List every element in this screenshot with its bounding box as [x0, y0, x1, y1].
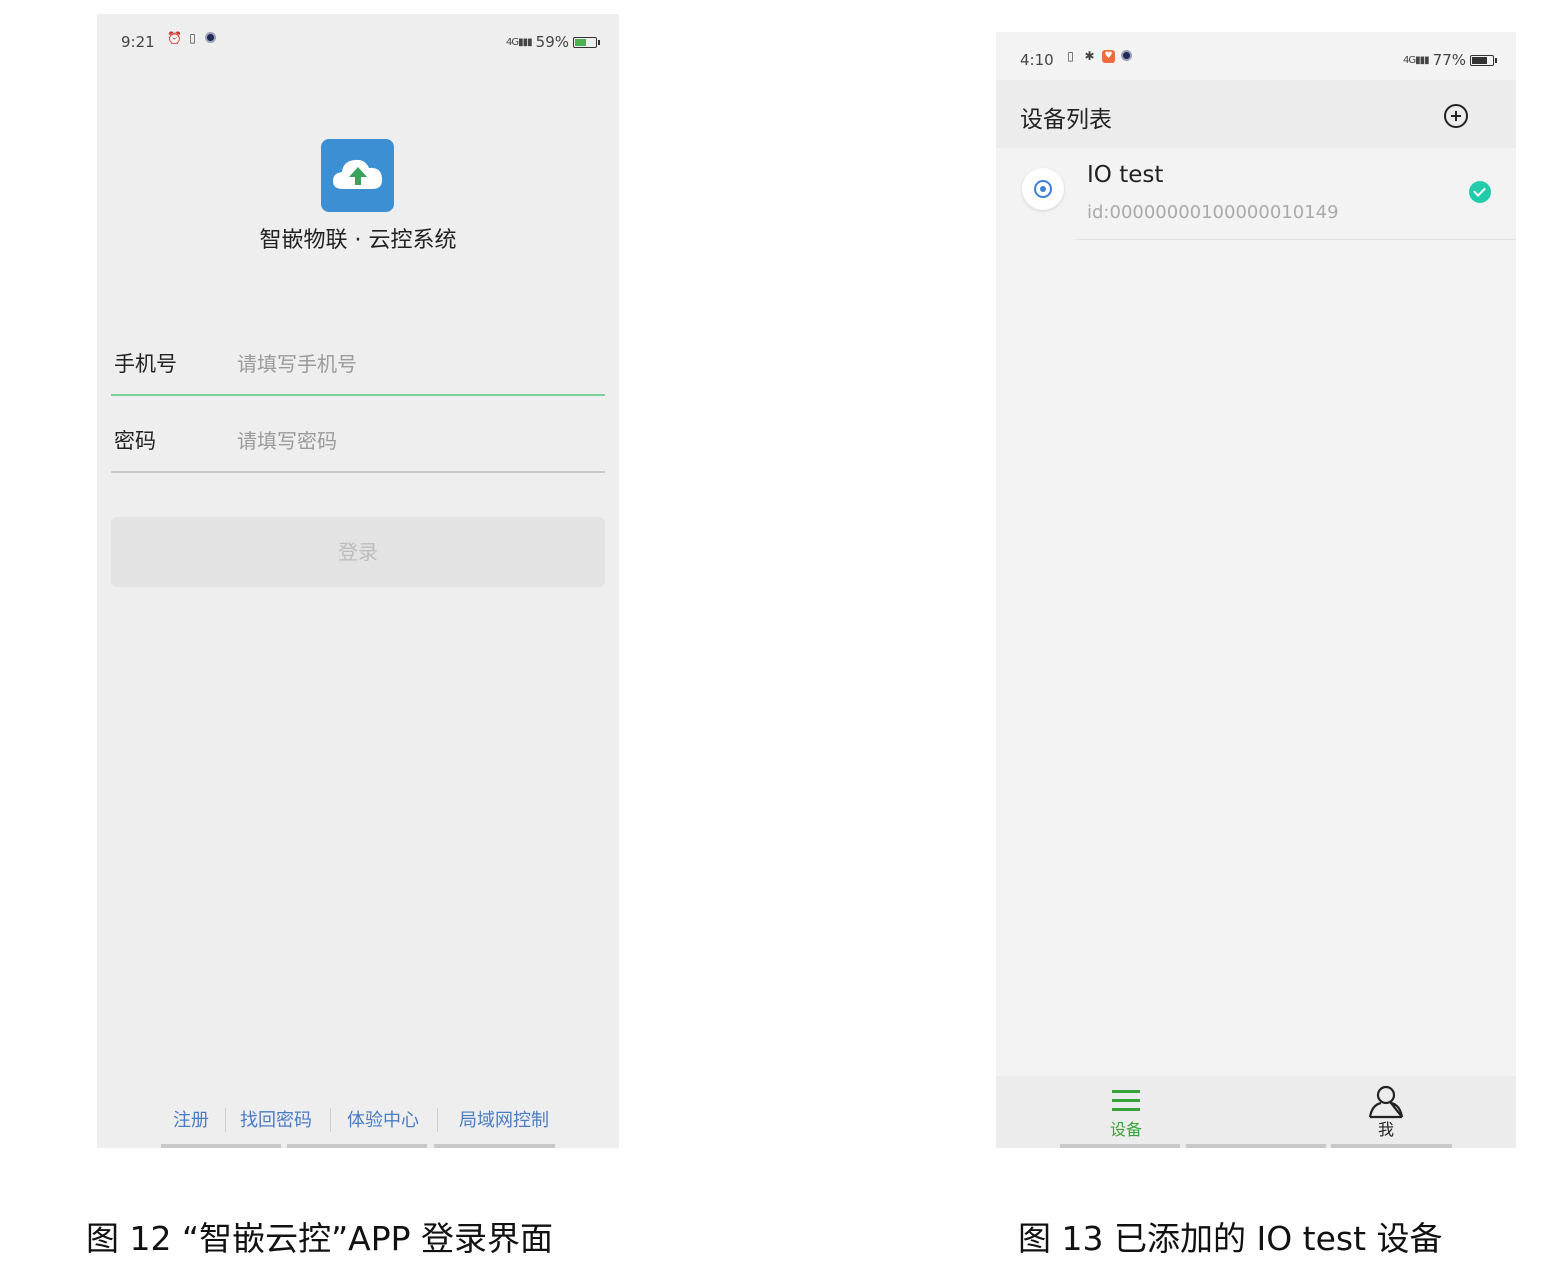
- nav-bar-segment: [434, 1144, 555, 1148]
- header: 设备列表: [996, 80, 1516, 148]
- row-divider: [1076, 239, 1516, 240]
- device-name: IO test: [1087, 162, 1164, 188]
- health-app-icon: ♥: [1102, 50, 1115, 63]
- signal-icon: 4G▮▮▮: [506, 36, 533, 48]
- phone-underline: [111, 394, 605, 396]
- cloud-upload-icon: [333, 159, 383, 189]
- target-icon: [1034, 180, 1052, 198]
- device-row[interactable]: IO test id:00000000100000010149: [996, 148, 1516, 240]
- link-divider: [437, 1108, 438, 1132]
- lan-control-link[interactable]: 局域网控制: [459, 1106, 549, 1132]
- vibrate-icon: ▯: [1067, 49, 1074, 63]
- nav-bar-segment: [1060, 1144, 1180, 1148]
- forgot-password-link[interactable]: 找回密码: [240, 1106, 312, 1132]
- device-id: id:00000000100000010149: [1087, 202, 1339, 223]
- app-title: 智嵌物联 · 云控系统: [259, 228, 457, 253]
- phone-input[interactable]: 请填写手机号: [237, 348, 357, 377]
- app-logo: [321, 139, 394, 212]
- nav-bar-segment: [287, 1144, 427, 1148]
- menu-icon: [1110, 1084, 1142, 1120]
- battery-icon: [1470, 54, 1497, 66]
- camera-dot-icon: [1121, 50, 1132, 61]
- password-label: 密码: [114, 429, 156, 453]
- status-time: 4:10: [1020, 51, 1054, 69]
- battery-icon: [573, 36, 600, 48]
- page-title: 设备列表: [1020, 107, 1112, 133]
- nav-bar-segment: [1186, 1144, 1326, 1148]
- online-check-icon: [1469, 181, 1491, 203]
- nav-bar-segment: [161, 1144, 281, 1148]
- phone-field[interactable]: 手机号 请填写手机号: [111, 336, 605, 396]
- login-screen: 9:21 ⏰ ▯ 4G▮▮▮ 59% 智嵌物联 · 云控系统 手机号 请填写手机…: [97, 14, 619, 1148]
- alarm-icon: ⏰: [167, 31, 182, 45]
- bluetooth-icon: ✱: [1084, 49, 1095, 63]
- tab-devices[interactable]: 设备: [1086, 1084, 1166, 1140]
- password-input[interactable]: 请填写密码: [237, 425, 337, 454]
- phone-label: 手机号: [114, 352, 177, 376]
- figure-caption-12: 图 12 “智嵌云控”APP 登录界面: [86, 1219, 554, 1258]
- status-bar: 4:10 ▯ ✱ ♥ 4G▮▮▮ 77%: [996, 32, 1516, 80]
- status-time: 9:21: [121, 33, 155, 51]
- register-link[interactable]: 注册: [173, 1106, 209, 1132]
- battery-percent: 77%: [1432, 51, 1466, 69]
- nav-bar-segment: [1331, 1144, 1452, 1148]
- footer-links: 注册 找回密码 体验中心 局域网控制: [97, 1106, 619, 1134]
- link-divider: [225, 1108, 226, 1132]
- person-icon: [1368, 1084, 1404, 1120]
- tab-me[interactable]: 我: [1346, 1084, 1426, 1140]
- device-list-screen: 4:10 ▯ ✱ ♥ 4G▮▮▮ 77% 设备列表 IO test id:000…: [996, 32, 1516, 1148]
- figure-caption-13: 图 13 已添加的 IO test 设备: [1018, 1219, 1443, 1258]
- signal-icon: 4G▮▮▮: [1403, 54, 1430, 66]
- device-avatar: [1022, 168, 1064, 210]
- demo-center-link[interactable]: 体验中心: [347, 1106, 419, 1132]
- password-underline: [111, 471, 605, 473]
- battery-percent: 59%: [535, 33, 569, 51]
- device-list: IO test id:00000000100000010149: [996, 148, 1516, 240]
- camera-dot-icon: [205, 32, 216, 43]
- vibrate-icon: ▯: [189, 31, 196, 45]
- bottom-tab-bar: 设备 我: [996, 1076, 1516, 1148]
- add-device-icon[interactable]: [1444, 104, 1468, 128]
- password-field[interactable]: 密码 请填写密码: [111, 413, 605, 473]
- link-divider: [330, 1108, 331, 1132]
- status-bar: 9:21 ⏰ ▯ 4G▮▮▮ 59%: [97, 14, 619, 62]
- login-button[interactable]: 登录: [111, 517, 605, 587]
